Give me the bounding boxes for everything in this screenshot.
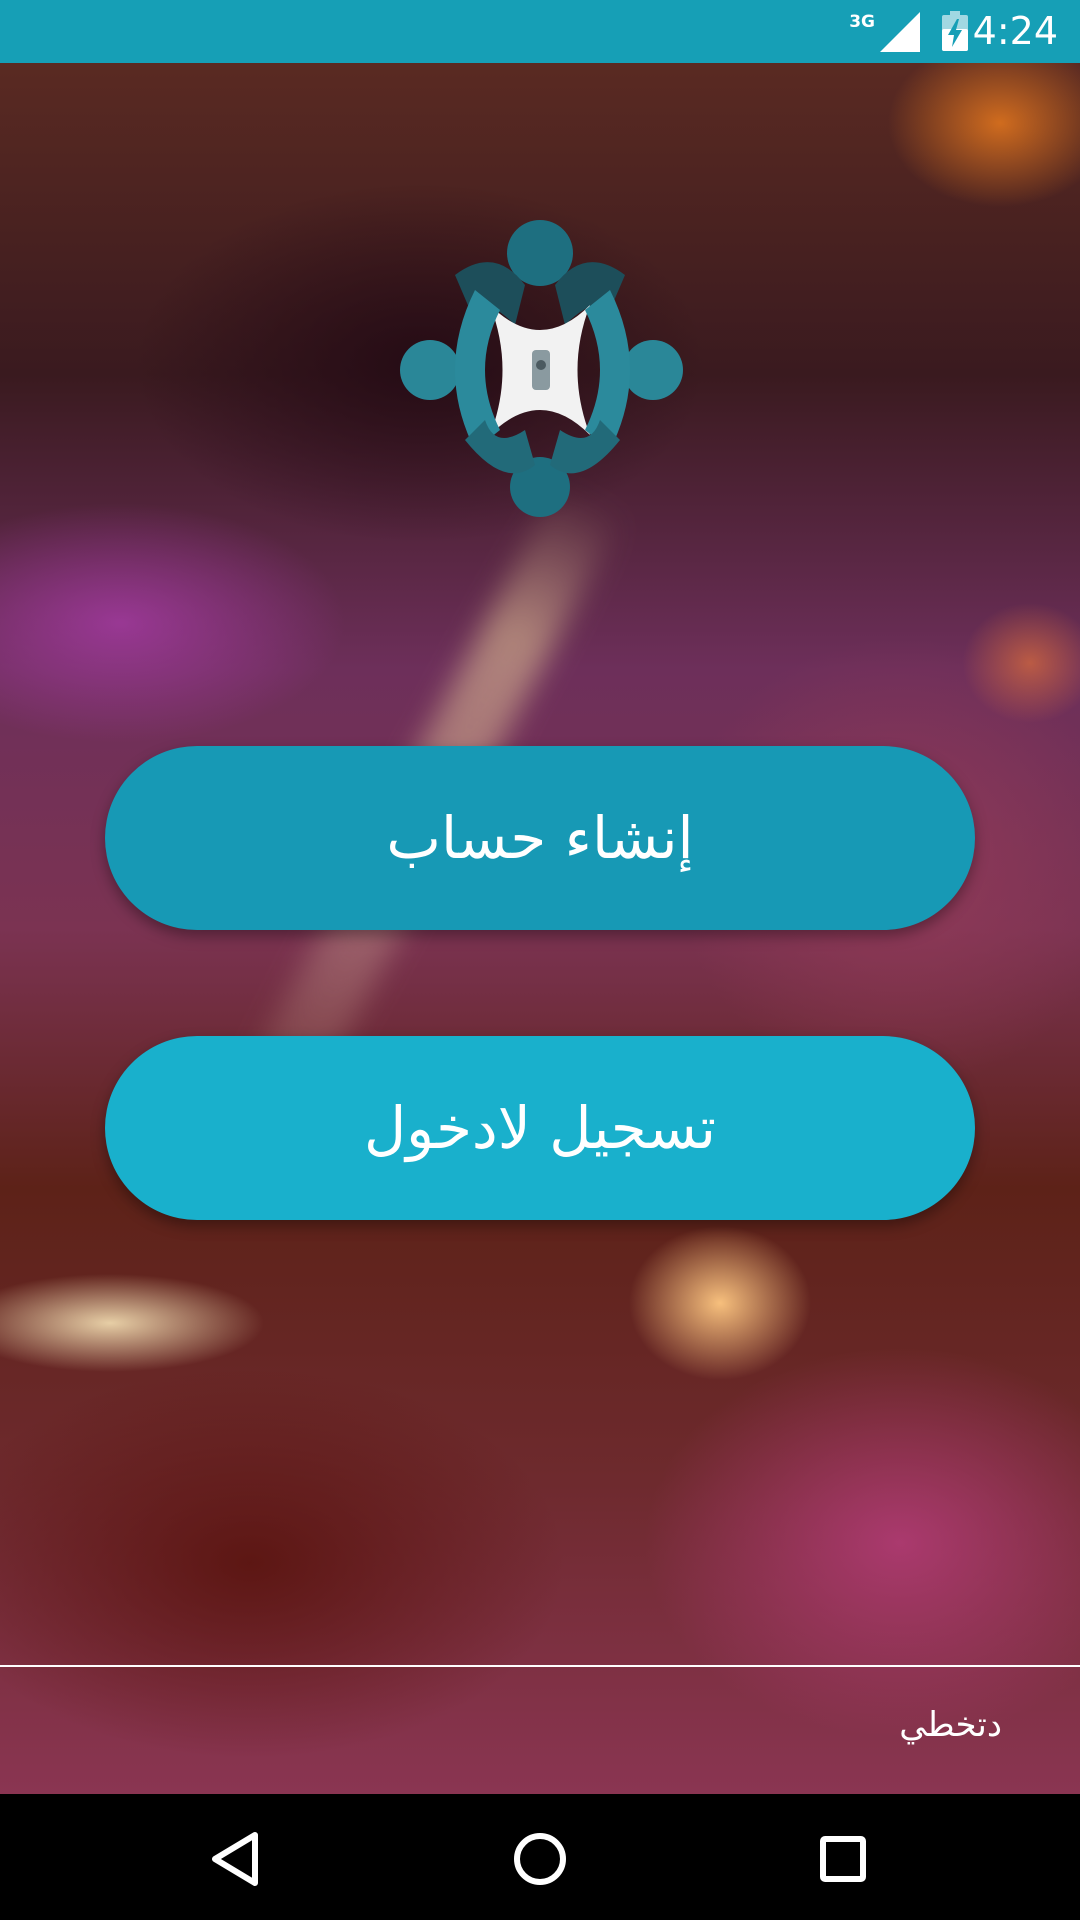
app-logo [400,220,683,517]
network-type-label: 3G [849,12,875,32]
home-circle-icon [514,1833,566,1885]
back-triangle-icon [212,1832,258,1886]
divider [0,1665,1080,1667]
create-account-button[interactable]: إنشاء حساب [105,746,975,930]
battery-charging-icon [942,11,968,51]
signal-icon [880,12,920,52]
navigation-bar [0,1794,1080,1920]
skip-button[interactable]: دتخطي [899,1705,1002,1745]
recents-square-icon [820,1836,866,1882]
app-screen: 3G 4:24 إنشاء حساب تسجيل لادخول دتخطي [0,0,1080,1920]
back-button[interactable] [200,1824,270,1894]
recents-button[interactable] [808,1824,878,1894]
home-button[interactable] [505,1824,575,1894]
login-button[interactable]: تسجيل لادخول [105,1036,975,1220]
clock: 4:24 [972,9,1058,53]
status-bar: 3G 4:24 [0,0,1080,63]
